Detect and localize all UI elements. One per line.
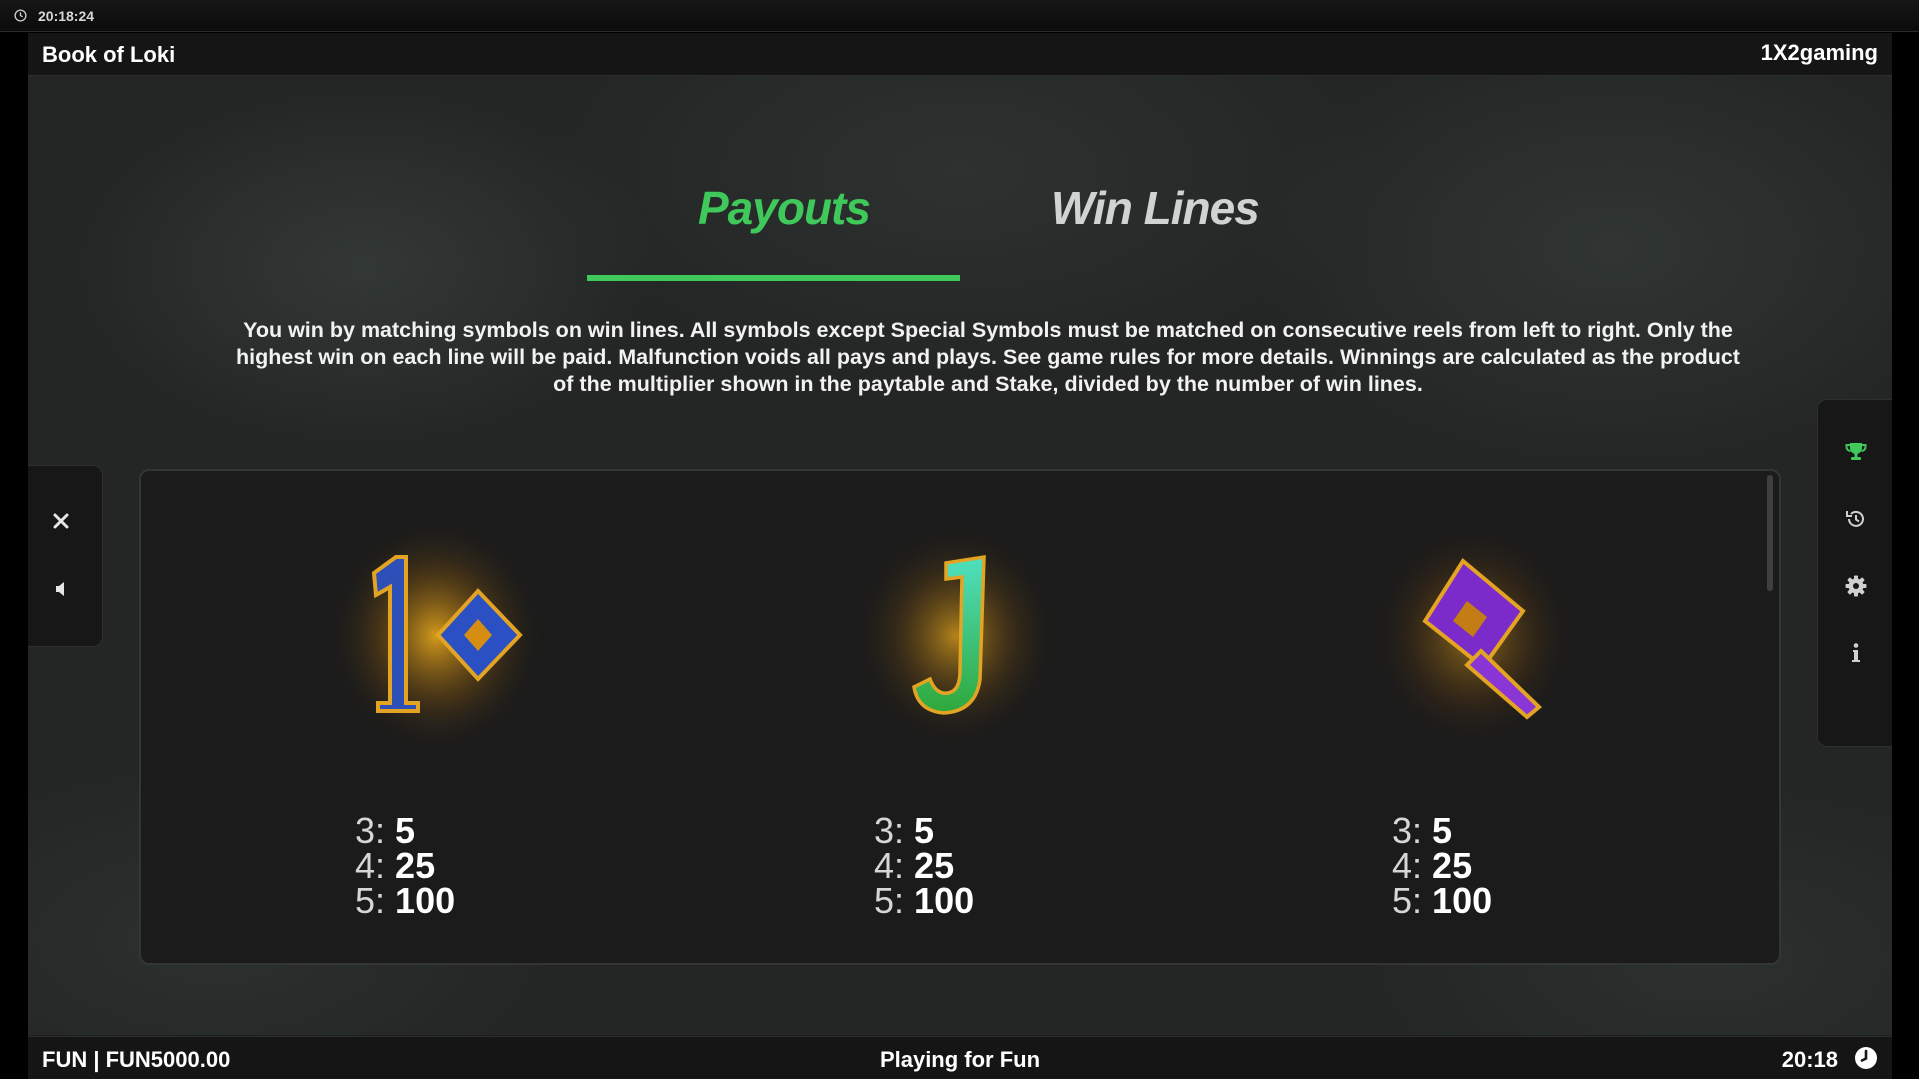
info-icon[interactable]: [1844, 641, 1868, 665]
symbol-j-pays: 3: 5 4: 25 5: 100: [874, 810, 975, 921]
pay-row-4: 4: 25: [1392, 845, 1473, 886]
game-frame: Book of Loki 1X2gaming Payouts Win Lines…: [28, 33, 1892, 1079]
os-status-bar: 20:18:24: [0, 0, 1919, 32]
paytable-scrollbar[interactable]: [1767, 475, 1773, 591]
payout-description: You win by matching symbols on win lines…: [236, 318, 1740, 396]
tab-win-lines[interactable]: Win Lines: [1051, 181, 1260, 235]
pay-row-5: 5: 100: [355, 880, 456, 921]
close-icon[interactable]: [50, 510, 72, 532]
symbol-q-pays: 3: 5 4: 25 5: 100: [1392, 810, 1493, 921]
active-tab-indicator: [587, 275, 960, 281]
paytable-panel[interactable]: 3: 5 4: 25 5: 100 3: 5 4: 25 5: 100 3: 5…: [139, 469, 1781, 965]
pay-row-4: 4: 25: [355, 845, 436, 886]
left-control-panel: [28, 465, 103, 647]
symbol-q-icon: [1363, 511, 1583, 751]
symbol-10-icon: [326, 511, 546, 751]
tab-payouts[interactable]: Payouts: [698, 181, 871, 235]
os-time: 20:18:24: [38, 8, 95, 24]
history-icon[interactable]: [1844, 507, 1868, 531]
provider-logo: 1X2gaming: [1760, 40, 1878, 65]
pay-row-5: 5: 100: [874, 880, 975, 921]
paytable-tabs: Payouts Win Lines: [28, 143, 1892, 283]
right-control-panel: [1817, 399, 1892, 747]
game-title: Book of Loki: [42, 42, 176, 67]
clock-icon: [14, 9, 27, 22]
symbol-10-pays: 3: 5 4: 25 5: 100: [355, 810, 456, 921]
sound-icon[interactable]: [50, 578, 72, 600]
pay-row-5: 5: 100: [1392, 880, 1493, 921]
pay-row-3: 3: 5: [874, 810, 935, 851]
pay-row-3: 3: 5: [355, 810, 416, 851]
game-clock: 20:18: [1781, 1047, 1838, 1072]
trophy-icon[interactable]: [1844, 440, 1868, 464]
gear-icon[interactable]: [1844, 574, 1868, 598]
clock-icon: [1855, 1047, 1877, 1069]
pay-row-3: 3: 5: [1392, 810, 1453, 851]
top-bar: Book of Loki 1X2gaming: [28, 33, 1892, 76]
bottom-bar: FUN | FUN5000.00 Playing for Fun 20:18: [28, 1036, 1892, 1079]
play-mode-label: Playing for Fun: [879, 1047, 1041, 1072]
pay-row-4: 4: 25: [874, 845, 955, 886]
symbol-j-icon: [846, 511, 1066, 751]
